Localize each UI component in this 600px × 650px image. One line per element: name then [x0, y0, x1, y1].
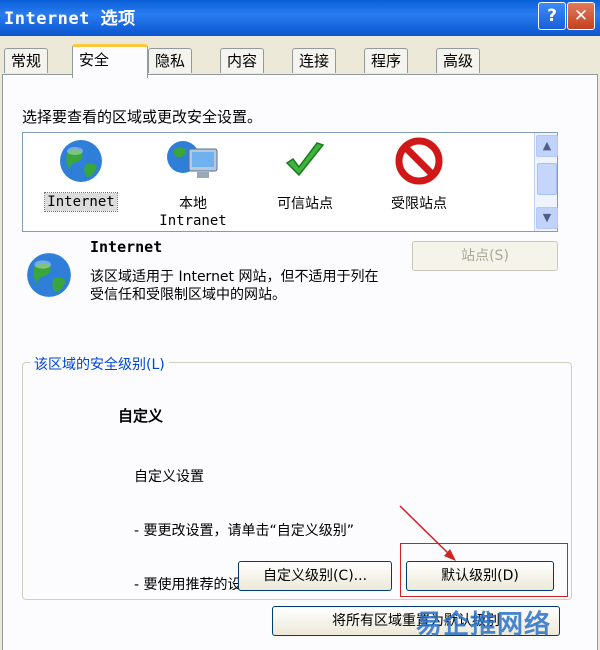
tab-security[interactable]: 安全	[72, 44, 148, 78]
annotation-arrow-icon	[399, 505, 456, 561]
watermark-logo: 易企推网络	[416, 610, 552, 640]
